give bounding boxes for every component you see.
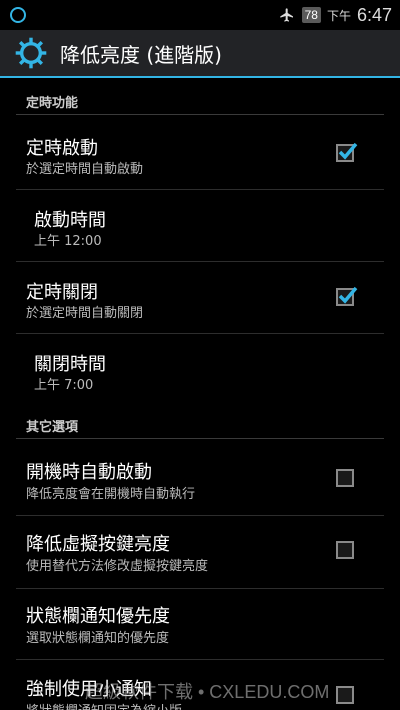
pref-summary: 上午 12:00 bbox=[34, 234, 102, 249]
page-title: 降低亮度 (進階版) bbox=[60, 42, 222, 67]
section-header-timer: 定時功能 bbox=[26, 96, 79, 111]
section-divider bbox=[16, 438, 384, 439]
pref-on-time[interactable]: 啟動時間 上午 12:00 bbox=[0, 190, 400, 260]
checkbox-small-notif[interactable] bbox=[336, 686, 354, 704]
pref-title: 啟動時間 bbox=[34, 210, 106, 231]
clock: 6:47 bbox=[356, 4, 392, 25]
pref-dim-keys[interactable]: 降低虛擬按鍵亮度 使用替代方法修改虛擬按鍵亮度 bbox=[0, 516, 400, 588]
section-header-other: 其它選項 bbox=[26, 420, 79, 435]
watermark: 超級軟件下载 • CXLEDU.COM bbox=[85, 682, 330, 702]
status-bar: 78 下午 6:47 bbox=[0, 0, 400, 30]
pref-title: 關閉時間 bbox=[34, 354, 106, 375]
pref-summary: 使用替代方法修改虛擬按鍵亮度 bbox=[26, 559, 209, 574]
pref-title: 開機時自動啟動 bbox=[26, 462, 152, 483]
pref-title: 降低虛擬按鍵亮度 bbox=[26, 534, 170, 555]
gear-icon[interactable] bbox=[14, 36, 48, 70]
notification-ring-icon bbox=[10, 7, 26, 23]
airplane-icon bbox=[279, 8, 293, 22]
pref-summary: 降低亮度會在開機時自動執行 bbox=[26, 487, 196, 502]
status-right: 78 下午 6:47 bbox=[278, 5, 392, 26]
pref-timer-on[interactable]: 定時啟動 於選定時間自動啟動 bbox=[0, 118, 400, 188]
pref-off-time[interactable]: 關閉時間 上午 7:00 bbox=[0, 334, 400, 402]
pref-summary: 於選定時間自動啟動 bbox=[26, 162, 144, 177]
checkbox-timer-off[interactable] bbox=[336, 286, 358, 306]
clock-period: 下午 bbox=[326, 8, 351, 23]
pref-summary: 上午 7:00 bbox=[34, 378, 94, 393]
pref-summary: 於選定時間自動關閉 bbox=[26, 306, 144, 321]
pref-summary: 選取狀態欄通知的優先度 bbox=[26, 631, 170, 646]
checkbox-checked-icon bbox=[338, 286, 358, 304]
action-bar: 降低亮度 (進階版) bbox=[0, 30, 400, 78]
pref-title: 狀態欄通知優先度 bbox=[26, 606, 170, 627]
pref-title: 定時關閉 bbox=[26, 282, 98, 303]
pref-timer-off[interactable]: 定時關閉 於選定時間自動關閉 bbox=[0, 262, 400, 332]
checkbox-timer-on[interactable] bbox=[336, 142, 358, 162]
checkbox-boot-start[interactable] bbox=[336, 469, 354, 487]
pref-title: 定時啟動 bbox=[26, 138, 98, 159]
checkbox-checked-icon bbox=[338, 142, 358, 160]
pref-notif-priority[interactable]: 狀態欄通知優先度 選取狀態欄通知的優先度 bbox=[0, 589, 400, 659]
checkbox-dim-keys[interactable] bbox=[336, 541, 354, 559]
battery-icon: 78 bbox=[301, 7, 321, 23]
pref-boot-start[interactable]: 開機時自動啟動 降低亮度會在開機時自動執行 bbox=[0, 442, 400, 514]
section-divider bbox=[16, 114, 384, 115]
